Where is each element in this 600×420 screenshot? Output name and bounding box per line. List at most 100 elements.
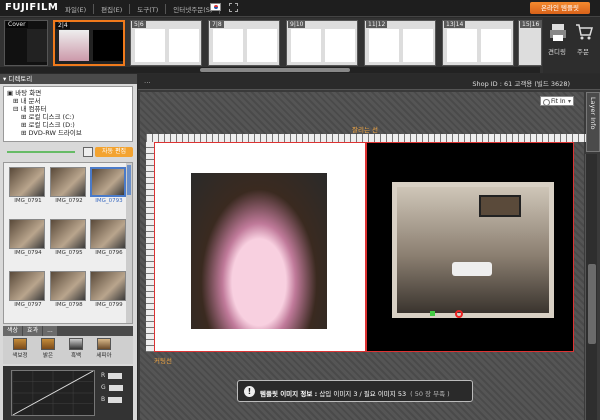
template-info-text: 템플릿 이미지 정보 : 삽입 이미지 3 / 필요 이미지 53( 50 장 … bbox=[260, 390, 450, 398]
page-label: 15|16 bbox=[520, 21, 542, 28]
page-label: 11|12 bbox=[366, 21, 388, 28]
layer-info-tab[interactable]: Layer Info bbox=[586, 92, 600, 152]
magnifier-icon[interactable] bbox=[83, 147, 93, 157]
color-correct-tool[interactable]: 색보정 bbox=[9, 338, 31, 359]
template-info-bar: ! 템플릿 이미지 정보 : 삽입 이미지 3 / 필요 이미지 53( 50 … bbox=[237, 380, 473, 402]
menu-tools[interactable]: 도구(T) bbox=[130, 4, 167, 14]
page-thumb-cover[interactable]: Cover bbox=[4, 20, 48, 66]
image-grid-scrollbar[interactable] bbox=[126, 163, 132, 323]
page-label: Cover bbox=[6, 21, 28, 28]
image-thumb[interactable]: IMG_0795 bbox=[50, 219, 88, 259]
editor-header: ... Shop ID : 61 고객용 (빌드 3628) bbox=[138, 74, 600, 90]
tree-item[interactable]: ⊞ 내 문서 bbox=[7, 97, 129, 105]
app-logo: FUJIFILM bbox=[5, 2, 59, 13]
online-template-button[interactable]: 온라인 템플릿 bbox=[530, 2, 590, 14]
order-label[interactable]: 주문 bbox=[577, 46, 589, 56]
tool-label: 밝은 bbox=[42, 353, 54, 359]
tone-curve-graph[interactable] bbox=[11, 370, 95, 416]
korea-flag-icon[interactable] bbox=[210, 3, 221, 11]
page-leaf bbox=[481, 29, 511, 62]
menu-edit[interactable]: 편집(E) bbox=[94, 4, 131, 14]
rotate-handle-icon[interactable] bbox=[455, 310, 463, 318]
scroll-thumb[interactable] bbox=[588, 264, 596, 344]
photo bbox=[90, 271, 126, 301]
editor-vertical-scrollbar[interactable] bbox=[585, 154, 597, 420]
page-label: 9|10 bbox=[288, 21, 306, 28]
tab-more[interactable]: ... bbox=[43, 326, 57, 336]
page-label: 13|14 bbox=[444, 21, 466, 28]
layer-info-label: Layer Info bbox=[589, 97, 597, 130]
fit-select[interactable]: Fit In bbox=[540, 96, 574, 106]
image-name: IMG_0796 bbox=[95, 250, 123, 256]
tree-item[interactable]: ⊟ 내 컴퓨터 bbox=[7, 105, 129, 113]
rgb-red[interactable]: R bbox=[101, 372, 123, 379]
image-thumb[interactable]: IMG_0796 bbox=[90, 219, 128, 259]
image-thumb[interactable]: IMG_0792 bbox=[50, 167, 88, 207]
color-correct-icon bbox=[13, 338, 27, 350]
scroll-thumb[interactable] bbox=[127, 165, 131, 195]
page-thumb[interactable]: 13|14 bbox=[442, 20, 514, 66]
image-grid: IMG_0791 IMG_0792 IMG_0793 IMG_0794 IMG_… bbox=[3, 162, 133, 324]
tab-color[interactable]: 색상 bbox=[3, 326, 23, 336]
page-leaf bbox=[403, 29, 433, 62]
bright-tool[interactable]: 밝은 bbox=[37, 338, 59, 359]
image-thumb[interactable]: IMG_0798 bbox=[50, 271, 88, 311]
page-label: 2|4 bbox=[56, 22, 70, 29]
thumbnail-zoom-row: 자동 편집 bbox=[3, 146, 133, 158]
party-photo[interactable] bbox=[392, 182, 554, 318]
info-icon: ! bbox=[244, 386, 255, 397]
page-thumb[interactable]: 5|6 bbox=[130, 20, 202, 66]
ruler-vertical bbox=[146, 142, 154, 352]
tab-effect[interactable]: 효과 bbox=[23, 326, 43, 336]
rgb-blue[interactable]: B bbox=[101, 396, 123, 403]
image-thumb[interactable]: IMG_0799 bbox=[90, 271, 128, 311]
image-name: IMG_0794 bbox=[14, 250, 42, 256]
photo bbox=[50, 219, 86, 249]
page-thumb[interactable]: 7|8 bbox=[208, 20, 280, 66]
directory-title: 디렉토리 bbox=[8, 75, 33, 83]
mono-tool[interactable]: 흑백 bbox=[65, 338, 87, 359]
tree-item[interactable]: ▣ 바탕 화면 bbox=[7, 89, 129, 97]
print-label[interactable]: 견디링 bbox=[548, 46, 566, 56]
cake-photo[interactable] bbox=[191, 173, 327, 329]
page-thumb-selected[interactable]: 2|4 bbox=[53, 20, 125, 66]
rgb-green[interactable]: G bbox=[101, 384, 123, 391]
page-thumb[interactable]: 15|16 bbox=[518, 20, 542, 66]
image-thumb[interactable]: IMG_0794 bbox=[9, 219, 47, 259]
image-thumb-selected[interactable]: IMG_0793 bbox=[90, 167, 128, 207]
fullscreen-icon[interactable] bbox=[229, 3, 238, 12]
strip-scrollbar[interactable] bbox=[0, 67, 540, 73]
edit-tabs: 색상 효과... bbox=[3, 326, 133, 336]
sepia-tool[interactable]: 세피아 bbox=[93, 338, 115, 359]
strip-scroll-thumb[interactable] bbox=[200, 68, 350, 72]
page-leaf bbox=[27, 29, 47, 62]
image-name: IMG_0798 bbox=[55, 302, 83, 308]
left-panel: ▾ 디렉토리 ▣ 바탕 화면 ⊞ 내 문서 ⊟ 내 컴퓨터 ⊞ 로컬 디스크 (… bbox=[0, 74, 137, 420]
green-handle-icon[interactable] bbox=[430, 311, 435, 316]
page-thumb[interactable]: 11|12 bbox=[364, 20, 436, 66]
tool-label: 세피아 bbox=[96, 353, 112, 359]
image-thumb[interactable]: IMG_0797 bbox=[9, 271, 47, 311]
menu-file[interactable]: 파일(E) bbox=[58, 4, 95, 14]
page-label: 7|8 bbox=[210, 21, 224, 28]
printer-icon[interactable] bbox=[549, 22, 567, 42]
tree-item[interactable]: ⊞ DVD-RW 드라이브 bbox=[7, 129, 129, 137]
photo bbox=[9, 167, 45, 197]
page-thumbnail-strip: Cover 2|4 5|6 7|8 9|10 11|12 13|14 15|16 bbox=[0, 18, 600, 73]
tree-item[interactable]: ⊞ 로컬 디스크 (C:) bbox=[7, 113, 129, 121]
auto-edit-button[interactable]: 자동 편집 bbox=[95, 147, 133, 157]
editor-area: ... Shop ID : 61 고객용 (빌드 3628) Fit In La… bbox=[138, 74, 600, 420]
photo bbox=[90, 219, 126, 249]
cut-line-label-top: 잘리는 선 bbox=[352, 126, 378, 134]
ruler-horizontal bbox=[146, 134, 586, 142]
tree-item[interactable]: ⊞ 로컬 디스크 (D:) bbox=[7, 121, 129, 129]
thumbnail-size-slider[interactable] bbox=[7, 151, 75, 153]
page-leaf bbox=[93, 30, 123, 61]
directory-tree[interactable]: ▣ 바탕 화면 ⊞ 내 문서 ⊟ 내 컴퓨터 ⊞ 로컬 디스크 (C:) ⊞ 로… bbox=[3, 86, 133, 142]
tone-curve-panel: R G B bbox=[3, 366, 133, 420]
page-leaf bbox=[325, 29, 355, 62]
cart-icon[interactable] bbox=[575, 22, 593, 42]
image-thumb[interactable]: IMG_0791 bbox=[9, 167, 47, 207]
cut-line-label-bottom: 커팅선 bbox=[154, 357, 172, 365]
page-thumb[interactable]: 9|10 bbox=[286, 20, 358, 66]
